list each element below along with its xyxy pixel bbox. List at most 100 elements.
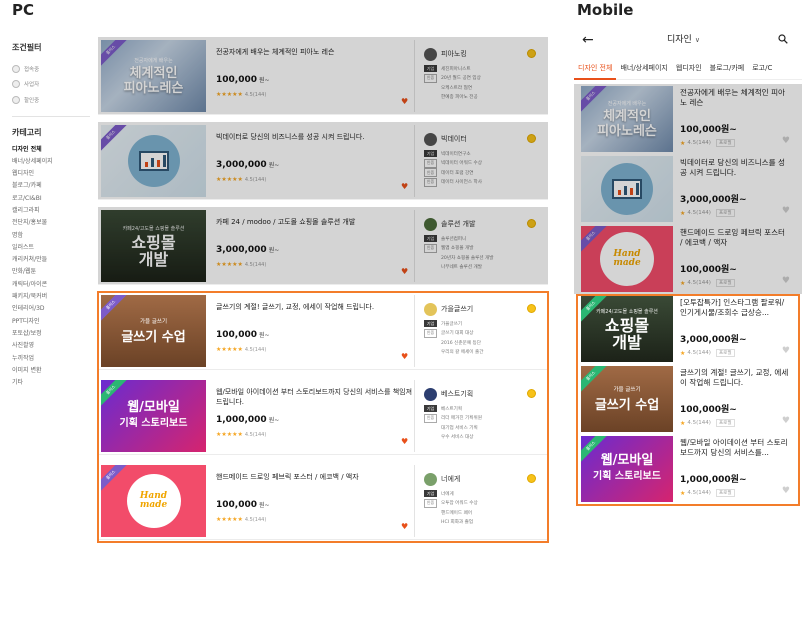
service-thumbnail[interactable] xyxy=(581,156,673,222)
service-thumbnail[interactable]: 웹/모바일 기획 스토리보드 플러스 xyxy=(101,380,206,452)
service-card[interactable]: 카페24/고도몰 쇼핑몰 솔루션 쇼핑몰 개발 카페 24 / modoo / … xyxy=(98,207,548,285)
category-item[interactable]: 사진촬영 xyxy=(12,340,92,352)
category-item[interactable]: 캐릭터/아이콘 xyxy=(12,279,92,291)
heart-icon[interactable]: ♥ xyxy=(401,522,408,531)
seller-name[interactable]: 피아노킹 xyxy=(441,49,467,59)
service-thumbnail[interactable]: Hand made 플러스 xyxy=(101,465,206,537)
search-icon[interactable] xyxy=(778,34,788,44)
service-thumbnail[interactable]: 가을 글쓰기 글쓰기 수업 플러스 xyxy=(101,295,206,367)
avatar[interactable] xyxy=(424,472,437,486)
service-title[interactable]: 글쓰기의 계절! 글쓰기, 교정, 에세이 작업해 드립니다. xyxy=(680,368,790,398)
tab-design-all[interactable]: 디자인 전체 xyxy=(574,58,617,80)
profile-tag[interactable]: 프로필 xyxy=(715,419,735,427)
heart-icon[interactable]: ♥ xyxy=(401,97,408,106)
back-arrow-icon[interactable]: ← xyxy=(582,32,594,48)
category-item[interactable]: 전단지/홍보물 xyxy=(12,217,92,229)
service-title[interactable]: 카페 24 / modoo / 고도몰 쇼핑몰 솔루션 개발 xyxy=(216,217,416,237)
service-thumbnail[interactable]: 카페24/고도몰 쇼핑몰 솔루션 쇼핑몰 개발 플러스 xyxy=(581,296,673,362)
service-title[interactable]: 전공자에게 배우는 체계적인 피아노 레슨 xyxy=(680,88,790,118)
service-card[interactable]: 전공자에게 배우는 체계적인 피아노레슨 플러스 전공자에게 배우는 체계적인 … xyxy=(574,84,802,154)
category-item[interactable]: 명함 xyxy=(12,230,92,242)
service-card[interactable]: 웹/모바일 기획 스토리보드 플러스 웹/모바일 아이데이션 부터 스토리보드까… xyxy=(98,377,548,455)
profile-tag[interactable]: 프로필 xyxy=(715,139,735,147)
seller-name[interactable]: 빅데이터 xyxy=(441,134,467,144)
category-item[interactable]: 일러스트 xyxy=(12,242,92,254)
service-title[interactable]: 웹/모바일 아이데이션 부터 스토리보드까지 당신의 서비스를... xyxy=(680,438,790,468)
service-thumbnail[interactable]: 가을 글쓰기 글쓰기 수업 플러스 xyxy=(581,366,673,432)
tab-logo[interactable]: 로고/C xyxy=(748,58,776,80)
category-item[interactable]: 배너/상세페이지 xyxy=(12,156,92,168)
radio-icon[interactable] xyxy=(12,64,20,73)
radio-icon[interactable] xyxy=(12,80,20,89)
category-item[interactable]: 패키지/북커버 xyxy=(12,291,92,303)
category-item[interactable]: 인테리어/3D xyxy=(12,303,92,315)
service-card[interactable]: 가을 글쓰기 글쓰기 수업 플러스 글쓰기의 계절! 글쓰기, 교정, 에세이 … xyxy=(98,292,548,370)
service-thumbnail[interactable]: 전공자에게 배우는 체계적인 피아노레슨 플러스 xyxy=(101,40,206,112)
service-title[interactable]: 빅데이터로 당신의 비즈니스를 성공 시켜 드립니다. xyxy=(216,132,416,152)
filter-business[interactable]: 사업자 xyxy=(12,77,92,93)
category-item[interactable]: 블로그/카페 xyxy=(12,180,92,192)
service-card[interactable]: 플러스 빅데이터로 당신의 비즈니스를 성공 시켜 드립니다. 3,000,00… xyxy=(98,122,548,200)
category-item[interactable]: 로고/CI&BI xyxy=(12,193,92,205)
service-title[interactable]: 핸드메이드 드로잉 페브릭 포스터 / 에코백 / 액자 xyxy=(680,228,790,258)
category-dropdown[interactable]: 디자인 ∨ xyxy=(667,32,700,45)
service-title[interactable]: 웹/모바일 아이데이션 부터 스토리보드까지 당신의 서비스를 책임져 드립니다… xyxy=(216,387,416,407)
seller-name[interactable]: 가을글쓰기 xyxy=(441,304,473,314)
heart-icon[interactable]: ♥ xyxy=(401,352,408,361)
avatar[interactable] xyxy=(424,217,437,231)
radio-icon[interactable] xyxy=(12,95,20,104)
category-item[interactable]: 포토샵/보정 xyxy=(12,328,92,340)
category-item[interactable]: 이미지 변환 xyxy=(12,365,92,377)
category-item[interactable]: PPT디자인 xyxy=(12,316,92,328)
service-card[interactable]: 빅데이터로 당신의 비즈니스를 성공 시켜 드립니다. 3,000,000원~ … xyxy=(574,154,802,224)
heart-icon[interactable]: ♥ xyxy=(401,182,408,191)
service-card[interactable]: 전공자에게 배우는 체계적인 피아노레슨 플러스 전공자에게 배우는 체계적인 … xyxy=(98,37,548,115)
seller-name[interactable]: 너에게 xyxy=(441,474,460,484)
heart-icon[interactable]: ♥ xyxy=(782,416,790,426)
heart-icon[interactable]: ♥ xyxy=(401,437,408,446)
service-card[interactable]: Hand made 플러스 핸드메이드 드로잉 페브릭 포스터 / 에코백 / 액… xyxy=(98,462,548,540)
heart-icon[interactable]: ♥ xyxy=(782,346,790,356)
service-card[interactable]: Hand made 플러스 핸드메이드 드로잉 페브릭 포스터 / 에코백 / 액… xyxy=(574,224,802,294)
filter-discount[interactable]: 할인중 xyxy=(12,92,92,108)
avatar[interactable] xyxy=(424,387,437,401)
tab-blog[interactable]: 블로그/카페 xyxy=(706,58,749,80)
category-item[interactable]: 캘리그라피 xyxy=(12,205,92,217)
service-title[interactable]: 글쓰기의 계절! 글쓰기, 교정, 에세이 작업해 드립니다. xyxy=(216,302,416,322)
tab-banner[interactable]: 배너/상세페이지 xyxy=(616,58,671,80)
profile-tag[interactable]: 프로필 xyxy=(715,209,735,217)
category-item[interactable]: 기타 xyxy=(12,377,92,389)
service-card[interactable]: 가을 글쓰기 글쓰기 수업 플러스 글쓰기의 계절! 글쓰기, 교정, 에세이 … xyxy=(574,364,802,434)
seller-name[interactable]: 베스트기획 xyxy=(441,389,473,399)
service-card[interactable]: 웹/모바일 기획 스토리보드 플러스 웹/모바일 아이데이션 부터 스토리보드까… xyxy=(574,434,802,504)
profile-tag[interactable]: 프로필 xyxy=(715,279,735,287)
tab-web-design[interactable]: 웹디자인 xyxy=(672,58,706,80)
service-thumbnail[interactable]: 카페24/고도몰 쇼핑몰 솔루션 쇼핑몰 개발 xyxy=(101,210,206,282)
category-item[interactable]: 디자인 전체 xyxy=(12,144,92,156)
service-thumbnail[interactable]: Hand made 플러스 xyxy=(581,226,673,292)
service-title[interactable]: 전공자에게 배우는 체계적인 피아노 레슨 xyxy=(216,47,416,67)
heart-icon[interactable]: ♥ xyxy=(782,486,790,496)
category-item[interactable]: 웹디자인 xyxy=(12,168,92,180)
avatar[interactable] xyxy=(424,302,437,316)
profile-tag[interactable]: 프로필 xyxy=(715,489,735,497)
category-item[interactable]: 누끼작업 xyxy=(12,353,92,365)
filter-online[interactable]: 접속중 xyxy=(12,61,92,77)
service-title[interactable]: 빅데이터로 당신의 비즈니스를 성공 시켜 드립니다. xyxy=(680,158,790,188)
heart-icon[interactable]: ♥ xyxy=(782,136,790,146)
service-thumbnail[interactable]: 전공자에게 배우는 체계적인 피아노레슨 플러스 xyxy=(581,86,673,152)
category-item[interactable]: 캐리커쳐/만들 xyxy=(12,254,92,266)
heart-icon[interactable]: ♥ xyxy=(782,276,790,286)
heart-icon[interactable]: ♥ xyxy=(401,267,408,276)
category-item[interactable]: 만화/웹툰 xyxy=(12,266,92,278)
service-card[interactable]: 카페24/고도몰 쇼핑몰 솔루션 쇼핑몰 개발 플러스 [오투잡특가] 인스타그… xyxy=(574,294,802,364)
service-thumbnail[interactable]: 플러스 xyxy=(101,125,206,197)
service-thumbnail[interactable]: 웹/모바일 기획 스토리보드 플러스 xyxy=(581,436,673,502)
avatar[interactable] xyxy=(424,132,437,146)
service-title[interactable]: 핸드메이드 드로잉 페브릭 포스터 / 에코백 / 액자 xyxy=(216,472,416,492)
avatar[interactable] xyxy=(424,47,437,61)
service-title[interactable]: [오투잡특가] 인스타그램 팔로워/인기게시물/조회수 급상승... xyxy=(680,298,790,328)
seller-name[interactable]: 솔루션 개발 xyxy=(441,219,475,229)
profile-tag[interactable]: 프로필 xyxy=(715,349,735,357)
heart-icon[interactable]: ♥ xyxy=(782,206,790,216)
